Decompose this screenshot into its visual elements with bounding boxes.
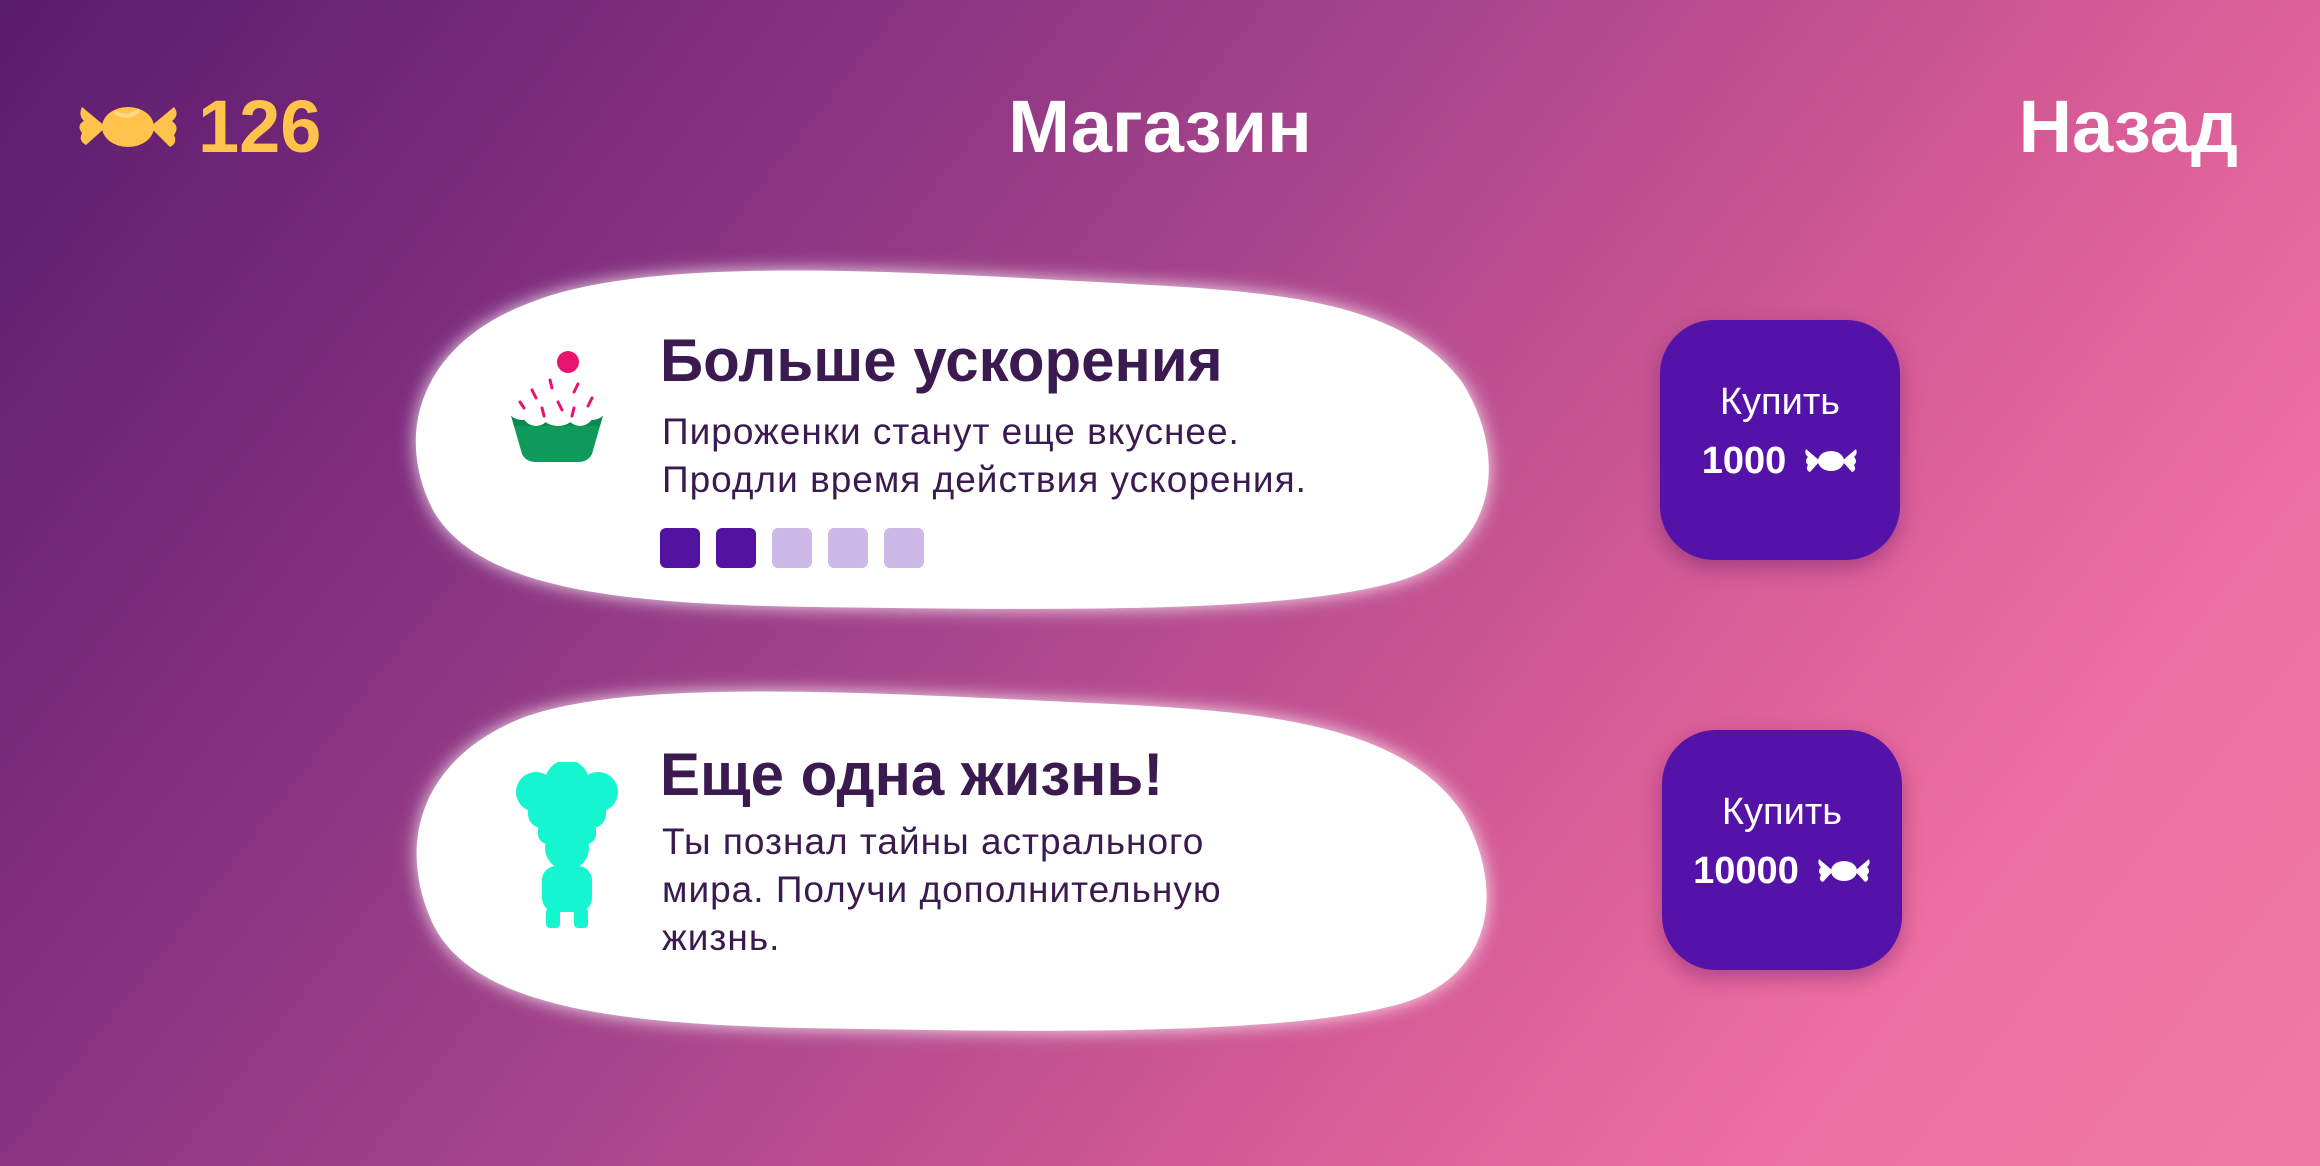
item-title: Больше ускорения — [660, 327, 1223, 394]
description-line: Ты познал тайны астрального — [662, 821, 1205, 862]
page-title: Магазин — [1008, 85, 1312, 168]
price-row: 1000 — [1660, 438, 1900, 484]
level-dot — [884, 528, 924, 568]
candy-icon — [1805, 449, 1857, 472]
item-title: Еще одна жизнь! — [660, 741, 1164, 808]
chef-silhouette-icon — [516, 762, 618, 928]
level-dot — [716, 528, 756, 568]
buy-button-extra-life[interactable]: Купить 10000 — [1662, 730, 1902, 970]
cupcake-icon — [506, 351, 608, 462]
shop-item-boost: Больше ускорения Пироженки станут еще вк… — [412, 262, 1512, 622]
buy-label: Купить — [1721, 791, 1843, 833]
candy-icon — [1818, 859, 1870, 882]
level-dot — [772, 528, 812, 568]
description-line: жизнь. — [662, 917, 781, 958]
price-value: 10000 — [1693, 850, 1799, 892]
description-line: Продли время действия ускорения. — [662, 459, 1307, 500]
description-line: мира. Получи дополнительную — [662, 869, 1222, 910]
level-dot — [660, 528, 700, 568]
level-indicator — [660, 528, 924, 568]
header: 126 Магазин Назад — [0, 0, 2320, 200]
item-description: Пироженки станут еще вкуснее. Продли вре… — [662, 408, 1352, 504]
shop-item-extra-life: Еще одна жизнь! Ты познал тайны астральн… — [412, 682, 1512, 1042]
description-line: Пироженки станут еще вкуснее. — [662, 411, 1240, 452]
price-value: 1000 — [1701, 440, 1787, 482]
buy-label: Купить — [1719, 381, 1841, 423]
back-button[interactable]: Назад — [2019, 84, 2238, 170]
item-description: Ты познал тайны астрального мира. Получи… — [662, 818, 1352, 962]
level-dot — [828, 528, 868, 568]
buy-button-boost[interactable]: Купить 1000 — [1660, 320, 1900, 560]
price-row: 10000 — [1662, 848, 1902, 894]
